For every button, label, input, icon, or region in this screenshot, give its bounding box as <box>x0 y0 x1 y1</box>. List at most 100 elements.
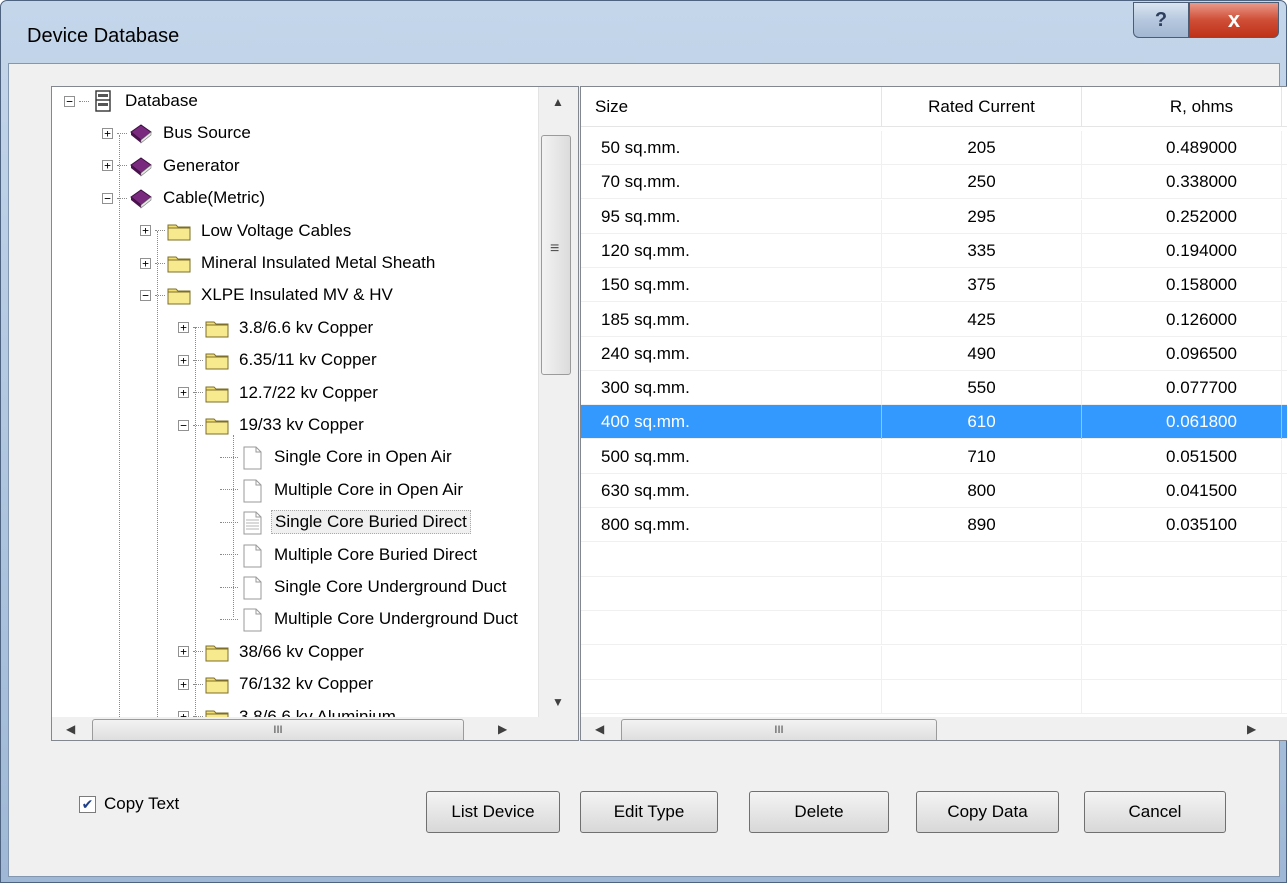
list-horizontal-thumb[interactable]: III <box>621 719 937 740</box>
expand-icon[interactable]: + <box>178 387 189 399</box>
size-cell: 95 sq.mm. <box>581 199 882 234</box>
folder-icon <box>167 284 191 306</box>
tree-vertical-scrollbar[interactable]: ▲ ≡ ▼ <box>538 87 578 717</box>
table-row[interactable]: 185 sq.mm. 425 0.126000 <box>581 302 1287 337</box>
tree-node-label: Single Core in Open Air <box>274 447 452 467</box>
collapse-icon[interactable]: − <box>178 419 189 431</box>
tree-connector-line <box>193 327 203 329</box>
tree-node-label: 3.8/6.6 kv Aluminium <box>239 706 396 717</box>
folder-icon <box>205 641 229 663</box>
rated-current-cell: 375 <box>882 268 1082 303</box>
expand-icon[interactable]: + <box>102 160 113 172</box>
rated-current-cell: 205 <box>882 131 1082 165</box>
device-tree[interactable]: − Database + Bus Source + Generator − Cable(Met… <box>52 87 537 717</box>
scroll-left-icon[interactable]: ◀ <box>66 722 75 736</box>
tree-connector-line <box>155 294 165 296</box>
tree-node-label: Mineral Insulated Metal Sheath <box>201 253 436 272</box>
database-icon <box>91 90 115 112</box>
grip-icon: III <box>273 724 283 736</box>
book-icon <box>129 187 153 209</box>
device-tree-panel: − Database + Bus Source + Generator − Cable(Met… <box>51 86 579 741</box>
tree-node[interactable]: +3.8/6.6 kv Copper <box>178 312 376 344</box>
scroll-right-icon[interactable]: ▶ <box>1247 722 1256 736</box>
copy-text-checkbox[interactable]: ✔ Copy Text <box>79 794 179 814</box>
close-button[interactable]: x <box>1189 2 1279 38</box>
tree-node[interactable]: +76/132 kv Copper <box>178 668 376 700</box>
table-row[interactable]: 150 sq.mm. 375 0.158000 <box>581 268 1287 303</box>
tree-node[interactable]: +6.35/11 kv Copper <box>178 344 380 376</box>
tree-node[interactable]: Multiple Core Buried Direct <box>216 539 480 571</box>
title-bar[interactable]: Device Database ? x <box>1 1 1286 63</box>
table-row[interactable]: 400 sq.mm. 610 0.061800 <box>581 405 1287 440</box>
collapse-icon[interactable]: − <box>140 289 151 301</box>
tree-connector-line <box>193 683 203 685</box>
tree-horizontal-scrollbar[interactable]: ◀ III ▶ <box>52 717 578 740</box>
book-icon <box>129 122 153 145</box>
tree-node[interactable]: − XLPE Insulated MV & HV <box>140 279 396 311</box>
expand-icon[interactable]: + <box>178 354 189 366</box>
table-row[interactable]: 70 sq.mm. 250 0.338000 <box>581 165 1287 200</box>
checkbox-box[interactable]: ✔ <box>79 795 96 813</box>
tree-horizontal-thumb[interactable]: III <box>92 719 464 740</box>
scroll-left-icon[interactable]: ◀ <box>595 722 604 736</box>
table-row[interactable]: 630 sq.mm. 800 0.041500 <box>581 474 1287 508</box>
delete-button[interactable]: Delete <box>749 791 889 833</box>
tree-node[interactable]: +3.8/6.6 kv Aluminium <box>178 701 399 717</box>
copy-data-button[interactable]: Copy Data <box>916 791 1059 833</box>
expand-icon[interactable]: + <box>178 678 189 690</box>
scroll-right-icon[interactable]: ▶ <box>498 722 507 736</box>
tree-node[interactable]: + Mineral Insulated Metal Sheath <box>140 247 438 279</box>
resistance-cell: 0.338000 <box>1082 165 1282 200</box>
size-cell: 300 sq.mm. <box>581 371 882 406</box>
list-device-button[interactable]: List Device <box>426 791 560 833</box>
empty-row <box>581 542 1287 577</box>
scroll-down-icon[interactable]: ▼ <box>552 695 564 709</box>
tree-node[interactable]: + Low Voltage Cables <box>140 215 354 247</box>
column-header-r-ohms[interactable]: R, ohms <box>1082 87 1282 127</box>
document-icon <box>240 544 264 568</box>
edit-type-button[interactable]: Edit Type <box>580 791 718 833</box>
rated-current-cell <box>882 645 1082 680</box>
collapse-icon[interactable]: − <box>102 192 113 204</box>
resistance-cell: 0.126000 <box>1082 302 1282 337</box>
document-lines-icon <box>240 511 264 535</box>
tree-node[interactable]: Multiple Core in Open Air <box>216 474 466 506</box>
expand-icon[interactable]: + <box>102 127 113 139</box>
tree-node[interactable]: − Cable(Metric) <box>102 182 268 214</box>
tree-node[interactable]: + Generator <box>102 150 243 182</box>
help-icon: ? <box>1154 8 1168 31</box>
tree-node[interactable]: Single Core Underground Duct <box>216 571 509 603</box>
folder-icon <box>205 317 229 339</box>
tree-connector-line <box>193 651 203 653</box>
tree-node[interactable]: +38/66 kv Copper <box>178 636 367 668</box>
expand-icon[interactable]: + <box>178 646 189 658</box>
column-header-size[interactable]: Size <box>581 87 882 127</box>
tree-node[interactable]: + Bus Source <box>102 117 254 149</box>
scroll-up-icon[interactable]: ▲ <box>552 95 564 109</box>
table-row[interactable]: 50 sq.mm. 205 0.489000 <box>581 131 1287 165</box>
table-row[interactable]: 800 sq.mm. 890 0.035100 <box>581 508 1287 543</box>
table-row[interactable]: 120 sq.mm. 335 0.194000 <box>581 233 1287 268</box>
tree-node[interactable]: − 19/33 kv Copper <box>178 409 367 441</box>
tree-connector-line <box>193 359 203 361</box>
column-header-rated-current[interactable]: Rated Current <box>882 87 1082 127</box>
expand-icon[interactable]: + <box>140 257 151 269</box>
tree-node-label: Cable(Metric) <box>163 188 266 208</box>
table-row[interactable]: 500 sq.mm. 710 0.051500 <box>581 439 1287 474</box>
tree-node[interactable]: +12.7/22 kv Copper <box>178 377 381 409</box>
expand-icon[interactable]: + <box>178 322 189 334</box>
help-button[interactable]: ? <box>1133 2 1189 38</box>
tree-vertical-thumb[interactable]: ≡ <box>541 135 571 375</box>
collapse-icon[interactable]: − <box>64 95 75 107</box>
table-row[interactable]: 240 sq.mm. 490 0.096500 <box>581 336 1287 371</box>
tree-node[interactable]: − Database <box>64 87 201 117</box>
table-row[interactable]: 300 sq.mm. 550 0.077700 <box>581 371 1287 406</box>
tree-node[interactable]: Single Core Buried Direct <box>216 506 471 538</box>
rated-current-cell: 550 <box>882 371 1082 406</box>
tree-node[interactable]: Single Core in Open Air <box>216 441 455 473</box>
expand-icon[interactable]: + <box>140 225 151 237</box>
cancel-button[interactable]: Cancel <box>1084 791 1226 833</box>
tree-node[interactable]: Multiple Core Underground Duct <box>216 603 521 635</box>
table-row[interactable]: 95 sq.mm. 295 0.252000 <box>581 199 1287 234</box>
list-horizontal-scrollbar[interactable]: ◀ III ▶ <box>581 717 1287 740</box>
